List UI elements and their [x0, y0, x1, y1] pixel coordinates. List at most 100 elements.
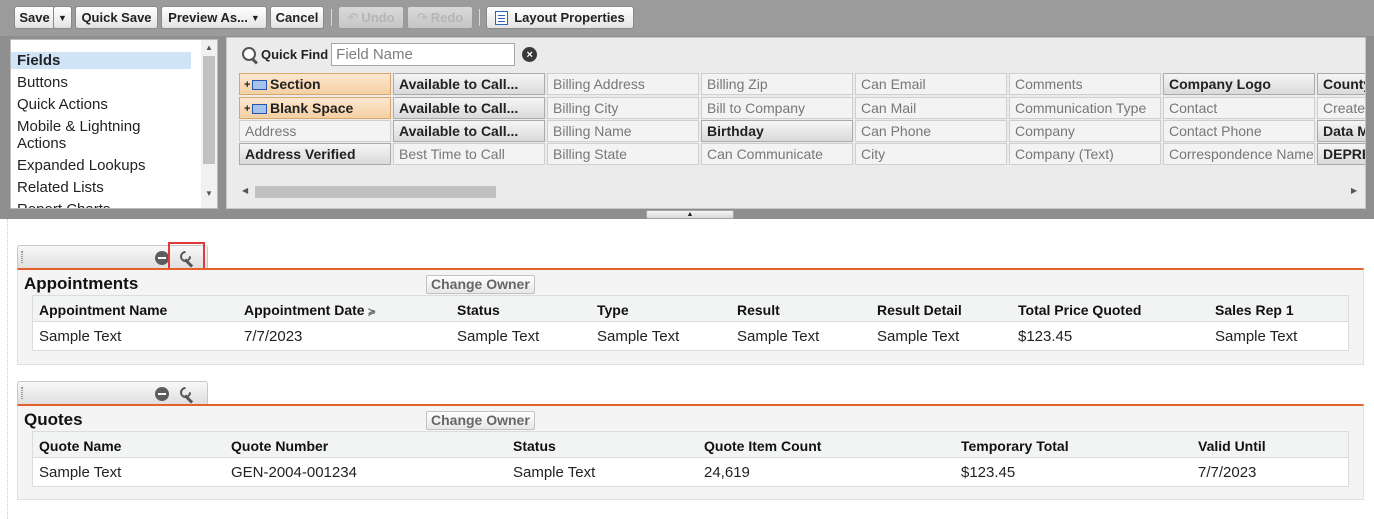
category-item-report-charts[interactable]: Report Charts	[11, 201, 191, 208]
sort-icon[interactable]: ≽	[368, 307, 376, 318]
category-item-related-lists[interactable]: Related Lists	[11, 179, 191, 196]
category-scroll-thumb[interactable]	[203, 56, 215, 164]
field-chip[interactable]: Birthday	[701, 120, 853, 142]
field-chip-label: Contact	[1169, 100, 1218, 116]
field-chip[interactable]: Company Logo	[1163, 73, 1315, 95]
field-chip[interactable]: Can Communicate	[701, 143, 853, 165]
field-chip[interactable]: Billing City	[547, 97, 699, 119]
column-header[interactable]: Status	[513, 438, 556, 454]
category-scrollbar[interactable]: ▲ ▼	[201, 40, 217, 208]
category-item-mobile-lightning-actions[interactable]: Mobile & Lightning Actions	[11, 118, 189, 152]
cancel-button[interactable]: Cancel	[270, 6, 324, 29]
column-header[interactable]: Status	[457, 302, 500, 318]
field-chip[interactable]: Billing Name	[547, 120, 699, 142]
field-chip[interactable]: Can Mail	[855, 97, 1007, 119]
scroll-left-icon[interactable]: ◀	[242, 186, 248, 195]
change-owner-button[interactable]: Change Owner	[426, 275, 535, 294]
wrench-icon[interactable]	[178, 385, 196, 403]
quick-find-input[interactable]	[331, 43, 516, 66]
field-chip[interactable]: Contact Phone	[1163, 120, 1315, 142]
field-chip[interactable]: Comments	[1009, 73, 1161, 95]
preview-as-button[interactable]: Preview As... ▼	[161, 6, 267, 29]
field-chip[interactable]: Blank Space	[239, 97, 391, 119]
scroll-right-icon[interactable]: ▶	[1351, 186, 1357, 195]
column-header-label: Status	[457, 302, 500, 318]
category-item-buttons[interactable]: Buttons	[11, 74, 191, 91]
field-chip[interactable]: Billing Zip	[701, 73, 853, 95]
field-chip-label: Can Mail	[861, 100, 917, 116]
quick-save-button[interactable]: Quick Save	[75, 6, 158, 29]
table-cell: 24,619	[704, 464, 750, 481]
field-chip[interactable]: Company	[1009, 120, 1161, 142]
remove-icon[interactable]	[155, 387, 169, 401]
field-palette-scroll-thumb[interactable]	[255, 186, 496, 198]
field-chip[interactable]: Can Email	[855, 73, 1007, 95]
column-header[interactable]: Valid Until	[1198, 438, 1266, 454]
change-owner-button[interactable]: Change Owner	[426, 411, 535, 430]
field-chip[interactable]: Available to Call...	[393, 73, 545, 95]
field-chip-label: Can Email	[861, 76, 926, 92]
column-header[interactable]: Appointment Name	[39, 302, 167, 318]
toolbar-separator	[479, 9, 480, 26]
table-cell: Sample Text	[513, 464, 596, 481]
field-chip[interactable]: Correspondence Name	[1163, 143, 1315, 165]
column-header[interactable]: Result Detail	[877, 302, 962, 318]
field-chip[interactable]: Company (Text)	[1009, 143, 1161, 165]
field-chip[interactable]: Available to Call...	[393, 120, 545, 142]
field-chip[interactable]: Address Verified	[239, 143, 391, 165]
field-chip[interactable]: Best Time to Call	[393, 143, 545, 165]
save-button[interactable]: Save	[14, 6, 55, 29]
column-header[interactable]: Sales Rep 1	[1215, 302, 1294, 318]
table-header-row: Quote Name Quote Number Status Quote Item C…	[33, 432, 1348, 458]
field-chip-label: Available to Call...	[399, 76, 519, 92]
field-chip[interactable]: City	[855, 143, 1007, 165]
layout-properties-button[interactable]: Layout Properties	[486, 6, 634, 29]
category-item-expanded-lookups[interactable]: Expanded Lookups	[11, 157, 191, 174]
column-header[interactable]: Type	[597, 302, 629, 318]
table-cell: 7/7/2023	[1198, 464, 1257, 481]
redo-button[interactable]: ↷ Redo	[407, 6, 473, 29]
field-chip[interactable]: Available to Call...	[393, 97, 545, 119]
scroll-down-icon[interactable]: ▼	[205, 189, 213, 198]
field-chip-label: Available to Call...	[399, 100, 519, 116]
undo-button[interactable]: ↶ Undo	[338, 6, 404, 29]
field-chip[interactable]: Bill to Company	[701, 97, 853, 119]
remove-icon[interactable]	[155, 251, 169, 265]
column-header[interactable]: Quote Item Count	[704, 438, 821, 454]
field-chip[interactable]: Created	[1317, 97, 1365, 119]
field-chip-label: Billing Zip	[707, 76, 768, 92]
field-chip[interactable]: DEPRE	[1317, 143, 1365, 165]
field-chip-label: Available to Call...	[399, 123, 519, 139]
field-chip[interactable]: Can Phone	[855, 120, 1007, 142]
table-cell: 7/7/2023	[244, 328, 303, 345]
save-dropdown-button[interactable]: ▼	[53, 6, 72, 29]
category-list: Fields Buttons Quick Actions Mobile & Li…	[10, 39, 218, 209]
column-header[interactable]: Quote Name	[39, 438, 121, 454]
column-header-label: Appointment Date	[244, 302, 365, 318]
field-chip[interactable]: Data M	[1317, 120, 1365, 142]
column-header[interactable]: Appointment Date ≽	[244, 302, 376, 318]
field-chip[interactable]: County	[1317, 73, 1365, 95]
field-chip-label: Company Logo	[1169, 76, 1271, 92]
category-item-fields[interactable]: Fields	[11, 52, 191, 69]
scroll-up-icon[interactable]: ▲	[205, 43, 213, 52]
category-item-quick-actions[interactable]: Quick Actions	[11, 96, 191, 113]
table-cell: Sample Text	[39, 464, 122, 481]
field-chip[interactable]: Section	[239, 73, 391, 95]
field-chip[interactable]: Billing Address	[547, 73, 699, 95]
column-header[interactable]: Quote Number	[231, 438, 328, 454]
field-chip[interactable]: Address	[239, 120, 391, 142]
column-header[interactable]: Total Price Quoted	[1018, 302, 1141, 318]
field-chip[interactable]: Billing State	[547, 143, 699, 165]
clear-search-icon[interactable]: ×	[522, 47, 538, 62]
undo-label: Undo	[361, 10, 395, 25]
column-header[interactable]: Temporary Total	[961, 438, 1069, 454]
column-header-label: Result	[737, 302, 780, 318]
field-palette-scrollbar[interactable]: ◀ ▶	[239, 183, 1363, 200]
column-header-label: Quote Number	[231, 438, 329, 454]
field-chip[interactable]: Communication Type	[1009, 97, 1161, 119]
column-header[interactable]: Result	[737, 302, 780, 318]
palette-collapse-handle[interactable]: ▲	[646, 210, 734, 219]
field-chip[interactable]: Contact	[1163, 97, 1315, 119]
quotes-drag-handle[interactable]	[17, 381, 208, 405]
